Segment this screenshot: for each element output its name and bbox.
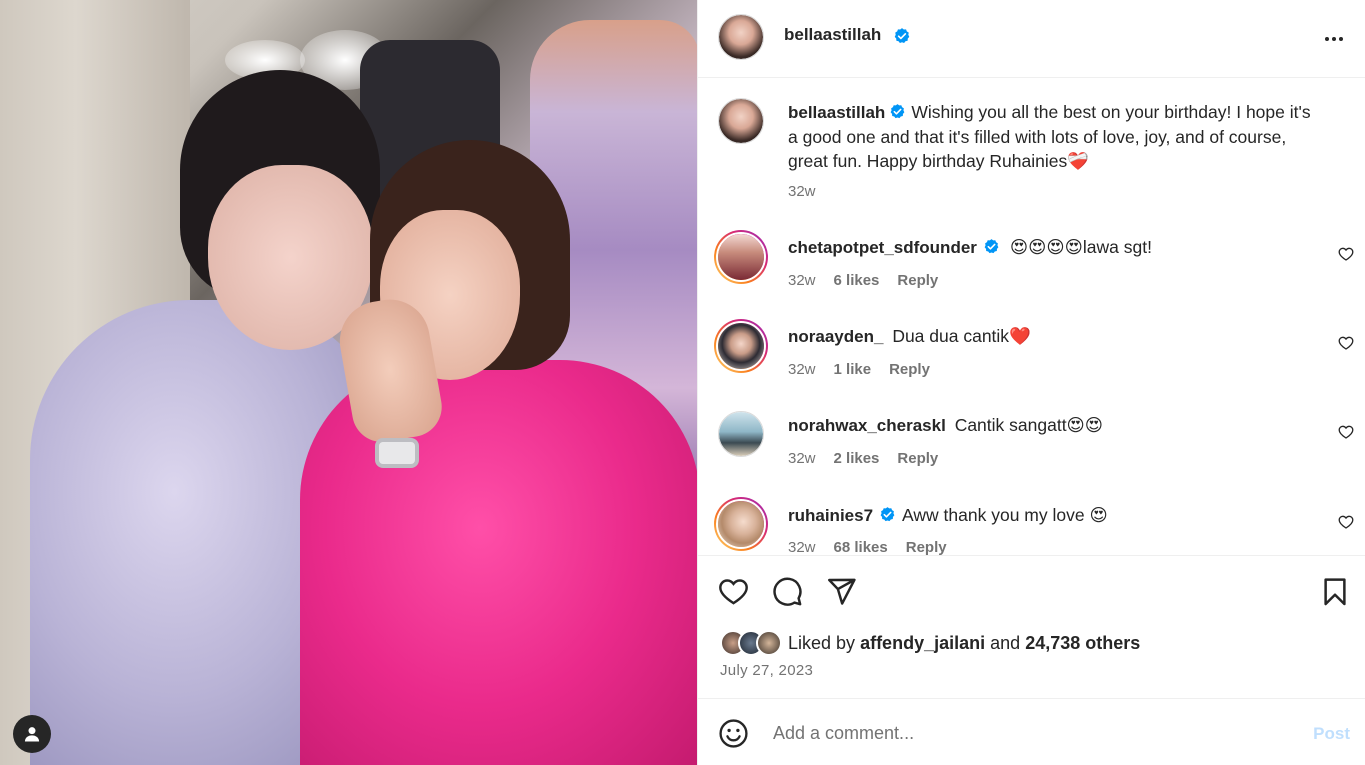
post-photo[interactable] xyxy=(0,0,697,765)
comment-time[interactable]: 32w xyxy=(788,450,816,467)
comment-like-button[interactable] xyxy=(1338,424,1354,445)
liked-by-others[interactable]: 24,738 others xyxy=(1025,633,1140,653)
comment-username[interactable]: chetapotpet_sdfounder xyxy=(788,238,977,257)
liked-by-and: and xyxy=(990,632,1021,653)
author-avatar[interactable] xyxy=(718,14,764,60)
comment-username[interactable]: noraayden_ xyxy=(788,327,883,346)
reply-button[interactable]: Reply xyxy=(889,361,930,378)
comment-composer: Post xyxy=(698,698,1365,765)
verified-badge-icon xyxy=(890,104,905,119)
post-comment-button[interactable]: Post xyxy=(1313,724,1350,744)
tagged-profile-button[interactable] xyxy=(13,715,51,753)
more-options-button[interactable] xyxy=(1322,27,1346,56)
comment-likes[interactable]: 68 likes xyxy=(834,539,888,555)
comment-text: Cantik sangatt😍😍 xyxy=(954,415,1104,435)
reply-button[interactable]: Reply xyxy=(897,272,938,289)
comment-likes[interactable]: 1 like xyxy=(834,361,872,378)
bookmark-icon xyxy=(1324,578,1346,606)
commenter-avatar[interactable] xyxy=(714,497,768,551)
share-button[interactable] xyxy=(826,576,857,612)
verified-badge-icon xyxy=(894,28,910,44)
comment-button[interactable] xyxy=(772,576,803,612)
comment-likes[interactable]: 2 likes xyxy=(834,450,880,467)
post-details-panel: bellaastillah bellaastillah Wishing you a… xyxy=(697,0,1365,765)
comment-likes[interactable]: 6 likes xyxy=(834,272,880,289)
comment-username[interactable]: norahwax_cheraskl xyxy=(788,416,946,435)
share-icon xyxy=(828,578,856,605)
save-button[interactable] xyxy=(1320,576,1350,612)
comment-text: 😍😍😍😍lawa sgt! xyxy=(1009,237,1152,257)
comment-like-button[interactable] xyxy=(1338,246,1354,267)
comment-time[interactable]: 32w xyxy=(788,361,816,378)
commenter-avatar[interactable] xyxy=(718,411,764,457)
emoji-button[interactable] xyxy=(718,718,749,754)
comment-text: Dua dua cantik❤️ xyxy=(892,326,1031,346)
post-header: bellaastillah xyxy=(698,0,1365,78)
commenter-avatar[interactable] xyxy=(714,319,768,373)
heart-icon xyxy=(719,579,748,605)
heart-icon xyxy=(1338,247,1354,261)
comment-input[interactable] xyxy=(773,717,1273,749)
liked-by-user[interactable]: affendy_jailani xyxy=(860,633,985,653)
comments-list[interactable]: bellaastillah Wishing you all the best on… xyxy=(698,78,1365,555)
emoji-icon xyxy=(719,719,748,748)
liked-by-prefix: Liked by xyxy=(788,632,856,653)
author-username[interactable]: bellaastillah xyxy=(784,25,881,45)
post-actions: Liked by affendy_jailani and 24,738 othe… xyxy=(698,555,1365,698)
likes-summary: Liked by affendy_jailani and 24,738 othe… xyxy=(720,629,1140,657)
comment-icon xyxy=(773,577,802,606)
heart-icon xyxy=(1338,515,1354,529)
caption-time[interactable]: 32w xyxy=(788,183,816,200)
comment-like-button[interactable] xyxy=(1338,514,1354,535)
photo-watch xyxy=(375,438,419,468)
comment-text: Aww thank you my love 😍 xyxy=(902,505,1108,525)
comment-time[interactable]: 32w xyxy=(788,272,816,289)
post-date[interactable]: July 27, 2023 xyxy=(720,662,813,679)
heart-icon xyxy=(1338,425,1354,439)
verified-badge-icon xyxy=(984,239,999,254)
author-avatar[interactable] xyxy=(718,98,764,144)
verified-badge-icon xyxy=(880,507,895,522)
like-button[interactable] xyxy=(718,576,749,612)
commenter-avatar[interactable] xyxy=(714,230,768,284)
liker-avatar[interactable] xyxy=(756,630,782,656)
comment-username[interactable]: ruhainies7 xyxy=(788,506,873,525)
reply-button[interactable]: Reply xyxy=(906,539,947,555)
comment-like-button[interactable] xyxy=(1338,335,1354,356)
comment-time[interactable]: 32w xyxy=(788,539,816,555)
caption-username[interactable]: bellaastillah xyxy=(788,103,885,122)
heart-icon xyxy=(1338,336,1354,350)
post-viewer: bellaastillah bellaastillah Wishing you a… xyxy=(0,0,1365,765)
profile-icon xyxy=(24,727,40,742)
reply-button[interactable]: Reply xyxy=(897,450,938,467)
more-options-icon xyxy=(1325,37,1343,41)
